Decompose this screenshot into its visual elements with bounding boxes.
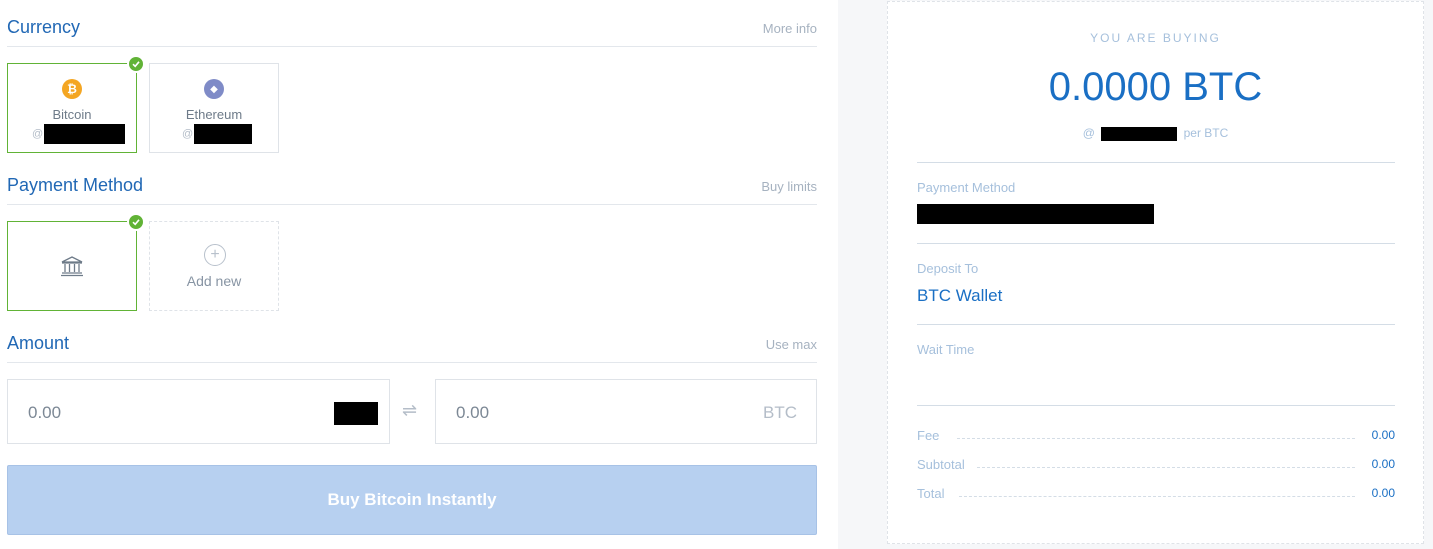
currency-option-ethereum[interactable]: ◆ Ethereum @ (149, 63, 279, 153)
buy-limits-link[interactable]: Buy limits (761, 179, 817, 194)
currency-name: Bitcoin (52, 107, 92, 122)
currency-option-bitcoin[interactable]: ₿ Bitcoin @ (7, 55, 145, 153)
divider (917, 243, 1395, 244)
currency-header: Currency More info (7, 17, 817, 47)
fee-row: Fee 0.00 (917, 428, 1395, 444)
deposit-to-value: BTC Wallet (917, 286, 1003, 305)
redacted-fiat-unit (334, 402, 378, 425)
currency-price: @ (32, 124, 126, 144)
use-max-link[interactable]: Use max (766, 337, 817, 352)
fiat-amount-input[interactable]: 0.00 (7, 379, 390, 444)
order-summary-card: YOU ARE BUYING 0.0000 BTC @ per BTC Paym… (887, 1, 1424, 544)
buy-form-panel: Currency More info ₿ Bitcoin @ ◆ Ethereu… (0, 0, 838, 549)
subtotal-label: Subtotal (917, 457, 965, 472)
currency-name: Ethereum (185, 107, 243, 122)
selected-check-icon (127, 55, 145, 73)
fee-value: 0.00 (1371, 428, 1395, 442)
you-are-buying-label: YOU ARE BUYING (1090, 31, 1221, 45)
divider (917, 324, 1395, 325)
buy-button[interactable]: Buy Bitcoin Instantly (7, 465, 817, 535)
buying-amount: 0.0000 BTC (1048, 65, 1263, 109)
plus-icon: + (204, 244, 226, 266)
subtotal-row: Subtotal 0.00 (917, 457, 1395, 473)
rate-prefix: @ (1082, 126, 1095, 140)
payment-title: Payment Method (7, 175, 144, 195)
bank-icon (61, 256, 83, 277)
amount-header: Amount Use max (7, 333, 817, 363)
crypto-unit: BTC (763, 403, 797, 422)
bitcoin-icon: ₿ (62, 79, 82, 99)
redacted-price (194, 124, 253, 144)
total-row: Total 0.00 (917, 486, 1395, 502)
wait-time-label: Wait Time (917, 342, 975, 357)
payment-header: Payment Method Buy limits (7, 175, 817, 205)
redacted-payment-method (917, 204, 1154, 224)
divider (917, 162, 1395, 163)
fee-label: Fee (917, 428, 940, 443)
payment-option-bank[interactable] (7, 213, 145, 311)
rate-suffix: per BTC (1183, 126, 1229, 140)
rate-line: @ per BTC (888, 126, 1423, 141)
crypto-amount-value: 0.00 (456, 403, 490, 422)
currency-price: @ (182, 124, 253, 144)
fiat-amount-value: 0.00 (28, 403, 62, 422)
total-label: Total (917, 486, 945, 501)
add-payment-method-button[interactable]: + Add new (149, 221, 279, 311)
payment-method-label: Payment Method (917, 180, 1016, 195)
subtotal-value: 0.00 (1371, 457, 1395, 471)
total-value: 0.00 (1371, 486, 1395, 500)
amount-title: Amount (7, 333, 70, 353)
crypto-amount-input[interactable]: 0.00 BTC (435, 379, 817, 444)
redacted-rate (1101, 126, 1178, 141)
swap-icon[interactable]: ⇌ (402, 400, 417, 421)
more-info-link[interactable]: More info (763, 21, 817, 36)
add-new-label: Add new (186, 273, 242, 289)
selected-check-icon (127, 213, 145, 231)
deposit-to-label: Deposit To (917, 261, 979, 276)
redacted-price (44, 124, 126, 144)
divider (917, 405, 1395, 406)
ethereum-icon: ◆ (204, 79, 224, 99)
currency-title: Currency (7, 17, 81, 37)
